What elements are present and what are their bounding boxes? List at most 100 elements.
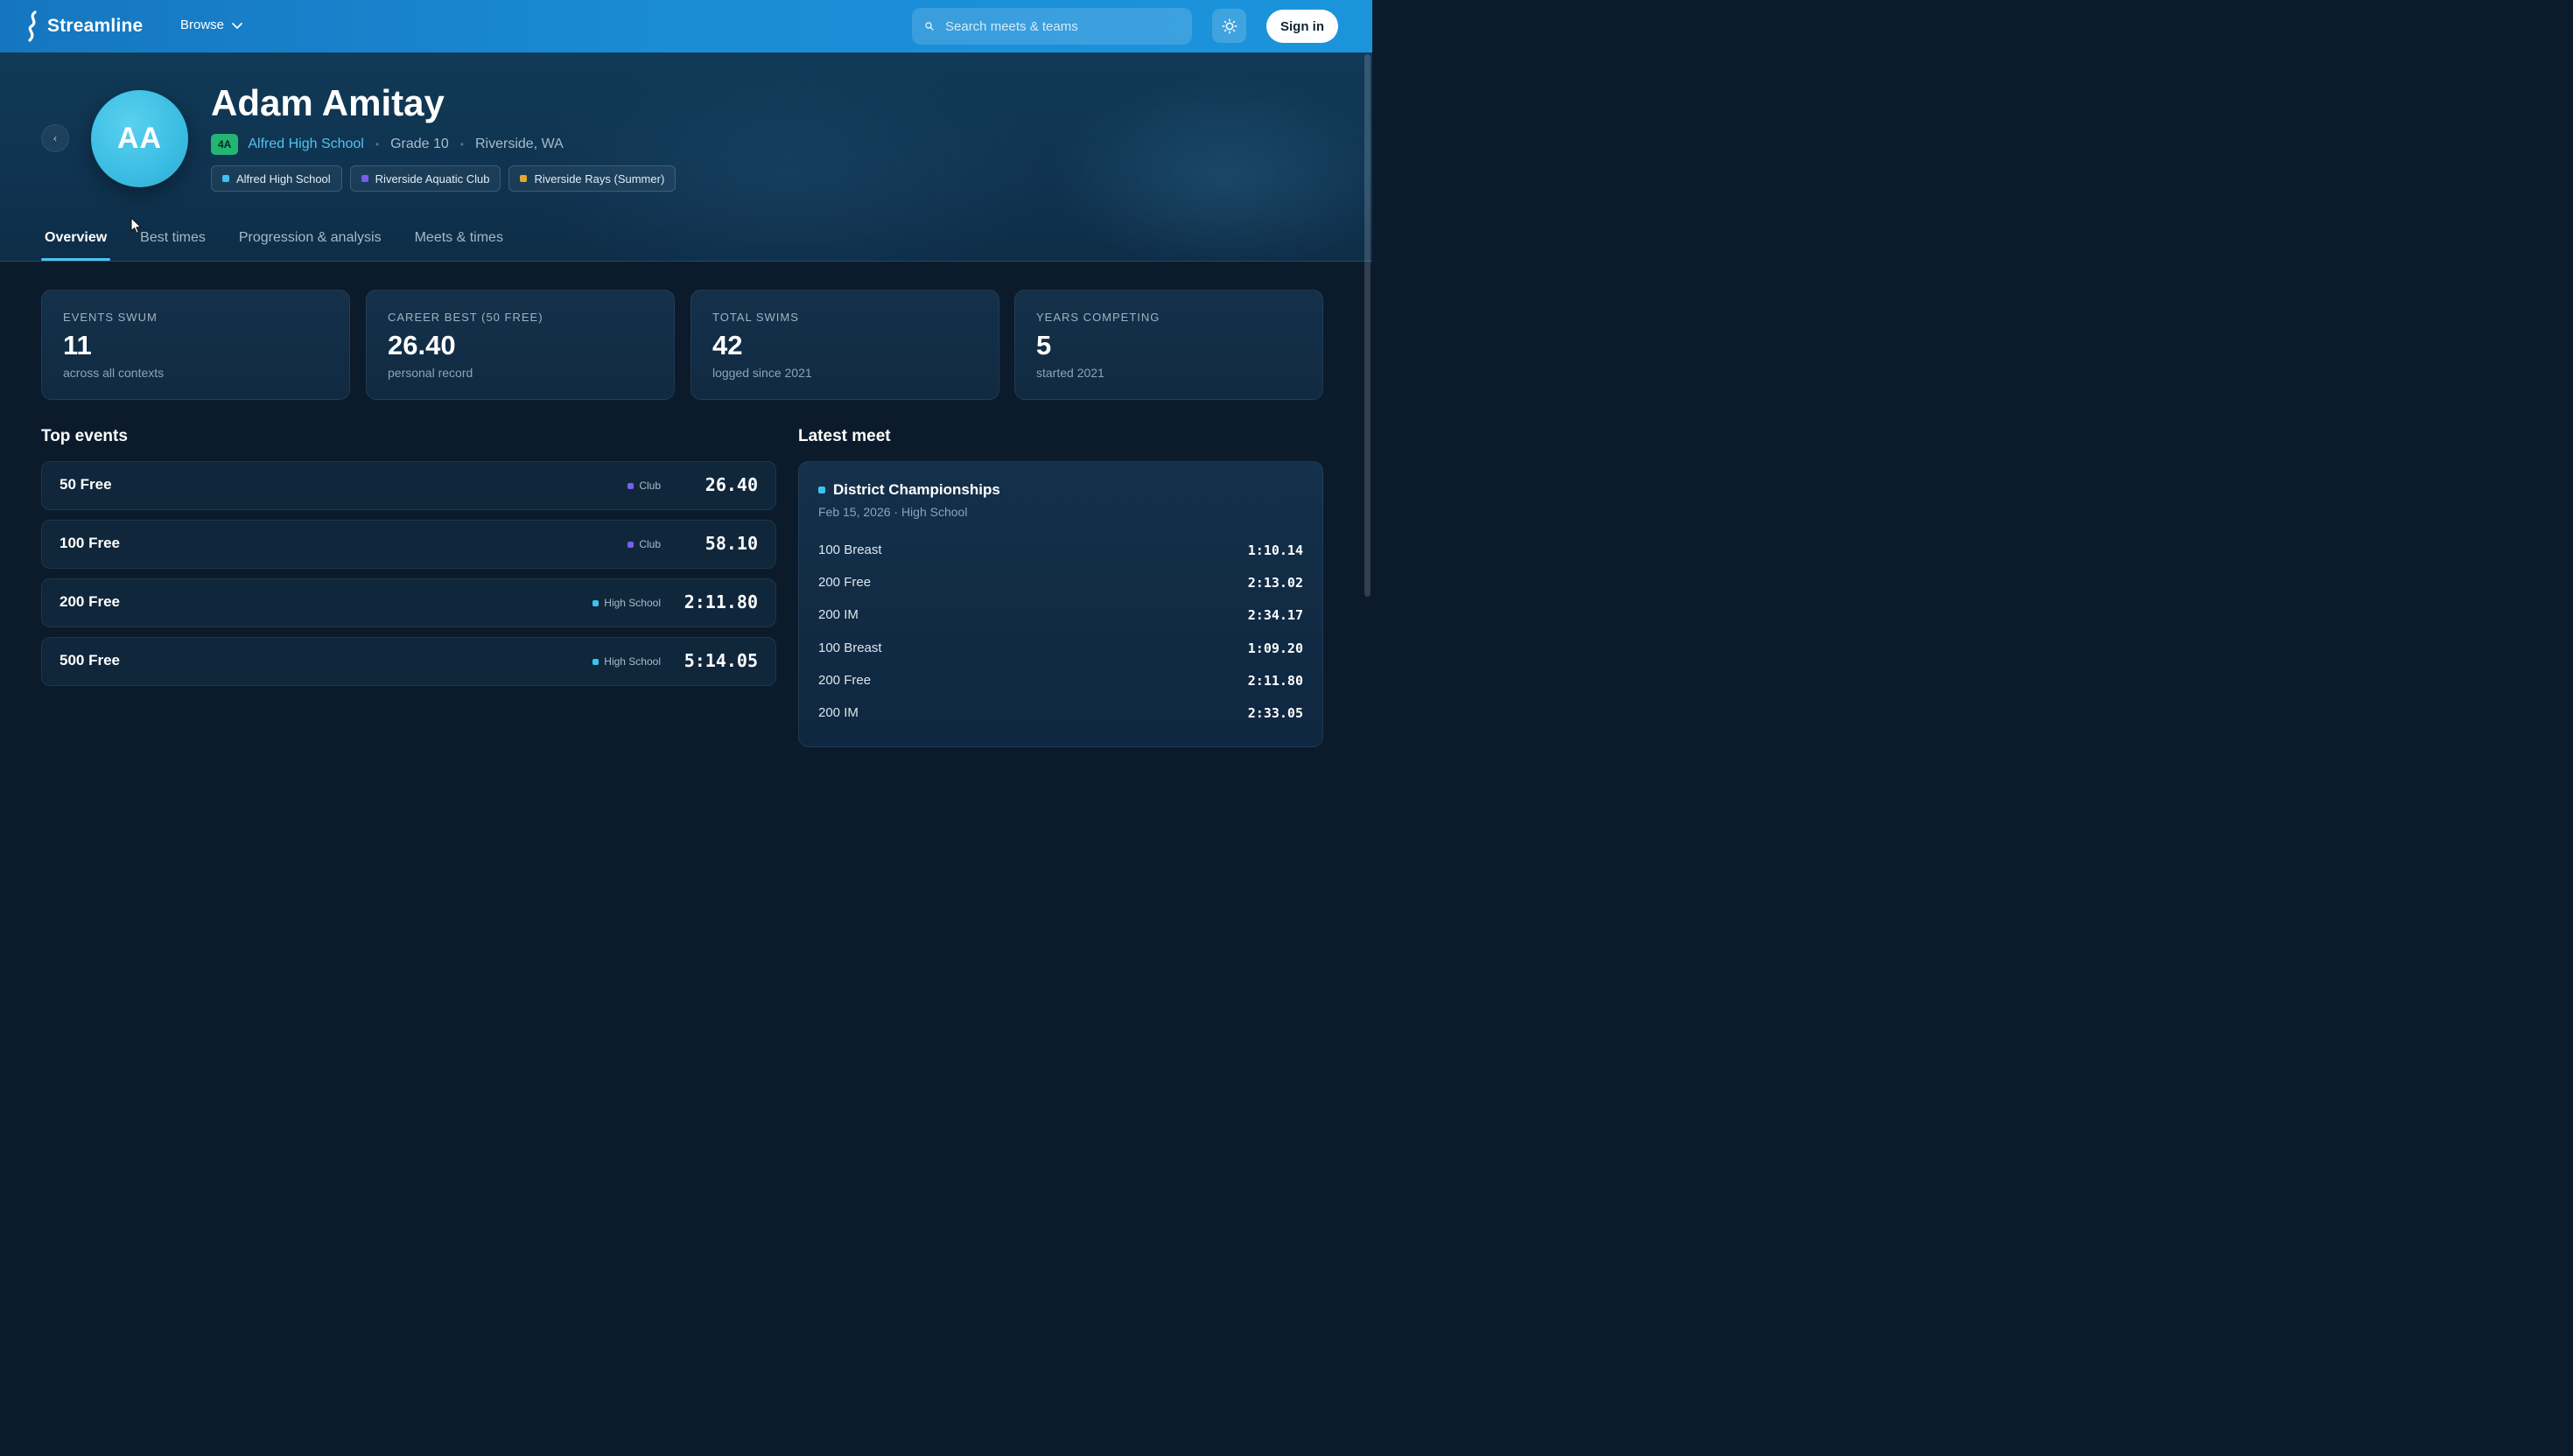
stat-value: 26.40 <box>388 330 456 360</box>
event-time: 5:14.05 <box>684 650 758 671</box>
context-color-swatch <box>627 541 634 548</box>
team-chip[interactable]: Alfred High School <box>211 165 342 192</box>
theme-toggle-button[interactable] <box>1212 9 1246 43</box>
sign-in-button[interactable]: Sign in <box>1266 10 1338 43</box>
context-color-swatch <box>627 482 634 489</box>
stat-label: Total swims <box>712 311 799 324</box>
event-time: 2:11.80 <box>684 592 758 612</box>
stat-card-events-swum: Events swum 11 across all contexts <box>41 290 350 400</box>
stat-label: Events swum <box>63 311 158 324</box>
separator-dot: • <box>459 138 464 150</box>
tab-overview[interactable]: Overview <box>41 220 111 261</box>
team-color-swatch <box>222 175 229 182</box>
meet-result-event: 200 Free <box>818 673 872 688</box>
context-label: High School <box>604 655 661 668</box>
team-color-swatch <box>520 175 528 182</box>
stat-card-years-competing: Years competing 5 started 2021 <box>1014 290 1323 400</box>
event-row[interactable]: 200 Free High School 2:11.80 <box>41 578 776 627</box>
browse-menu-button[interactable]: Browse <box>180 18 243 32</box>
tab-meets-times[interactable]: Meets & times <box>411 220 507 261</box>
swimmer-name: Adam Amitay <box>211 82 445 123</box>
event-time: 58.10 <box>705 533 758 554</box>
stat-sub: logged since 2021 <box>712 366 812 380</box>
event-name: 50 Free <box>60 476 112 493</box>
meet-date-context: Feb 15, 2026 · High School <box>818 505 968 519</box>
search-box[interactable] <box>912 8 1192 45</box>
top-events-heading: Top events <box>41 427 128 445</box>
profile-tabs: Overview Best times Progression & analys… <box>41 220 533 261</box>
team-chip-label: Riverside Rays (Summer) <box>534 172 665 186</box>
context-label: Club <box>639 538 661 550</box>
event-time: 26.40 <box>705 474 758 495</box>
stat-label: Career best (50 free) <box>388 311 543 324</box>
browse-label: Browse <box>180 18 225 32</box>
stat-sub: personal record <box>388 366 473 380</box>
back-button[interactable]: ‹ <box>41 124 69 152</box>
context-label: Club <box>639 480 661 492</box>
meet-result-event: 200 Free <box>818 575 872 590</box>
latest-meet-card[interactable]: District Championships Feb 15, 2026 · Hi… <box>798 461 1323 747</box>
event-row[interactable]: 500 Free High School 5:14.05 <box>41 637 776 686</box>
page-scrollbar[interactable] <box>1364 54 1371 597</box>
meet-result-time: 1:09.20 <box>1247 640 1303 656</box>
meet-result-time: 1:10.14 <box>1247 542 1303 558</box>
event-name: 100 Free <box>60 535 120 551</box>
meet-result-time: 2:13.02 <box>1247 575 1303 591</box>
stat-value: 11 <box>63 330 92 360</box>
event-context: High School <box>592 597 661 609</box>
avatar: AA <box>91 90 188 187</box>
event-row[interactable]: 50 Free Club 26.40 <box>41 461 776 510</box>
meet-result-row: 100 Breast 1:10.14 <box>818 542 1303 564</box>
app-logo[interactable]: Streamline <box>25 10 143 42</box>
team-chip-label: Alfred High School <box>236 172 331 186</box>
stat-card-career-best: Career best (50 free) 26.40 personal rec… <box>366 290 675 400</box>
wave-logo-icon <box>28 10 37 42</box>
search-input[interactable] <box>943 18 1174 35</box>
school-link[interactable]: Alfred High School <box>248 136 364 152</box>
profile-header: ‹ AA Adam Amitay 4A Alfred High School •… <box>0 52 1372 262</box>
stat-value: 5 <box>1036 330 1052 360</box>
meet-result-row: 100 Breast 1:09.20 <box>818 640 1303 662</box>
context-label: High School <box>604 597 661 609</box>
team-chip[interactable]: Riverside Rays (Summer) <box>508 165 677 192</box>
meet-color-swatch <box>818 486 825 494</box>
classification-badge: 4A <box>211 134 239 155</box>
event-context: High School <box>592 655 661 668</box>
meet-result-event: 100 Breast <box>818 640 882 655</box>
meet-result-row: 200 Free 2:11.80 <box>818 673 1303 694</box>
meet-result-row: 200 Free 2:13.02 <box>818 575 1303 596</box>
search-icon <box>925 22 934 31</box>
stat-value: 42 <box>712 330 743 360</box>
meet-result-event: 200 IM <box>818 705 859 720</box>
team-chip-label: Riverside Aquatic Club <box>375 172 490 186</box>
top-bar: Streamline Browse Sign in <box>0 0 1372 53</box>
meet-result-time: 2:11.80 <box>1247 673 1303 689</box>
sun-icon <box>1221 18 1237 34</box>
profile-meta: 4A Alfred High School • Grade 10 • River… <box>211 133 564 156</box>
tab-best-times[interactable]: Best times <box>137 220 209 261</box>
team-chip[interactable]: Riverside Aquatic Club <box>349 165 501 192</box>
stat-card-total-swims: Total swims 42 logged since 2021 <box>691 290 999 400</box>
event-name: 200 Free <box>60 593 120 610</box>
event-row[interactable]: 100 Free Club 58.10 <box>41 520 776 569</box>
context-color-swatch <box>592 658 599 665</box>
event-context: Club <box>627 538 661 550</box>
event-name: 500 Free <box>60 652 120 668</box>
tab-progression-analysis[interactable]: Progression & analysis <box>235 220 385 261</box>
team-chips: Alfred High School Riverside Aquatic Clu… <box>211 165 677 192</box>
chevron-left-icon: ‹ <box>53 132 57 144</box>
meet-name: District Championships <box>833 481 1000 498</box>
latest-meet-heading: Latest meet <box>798 427 891 445</box>
meet-result-event: 200 IM <box>818 607 859 622</box>
meet-result-time: 2:33.05 <box>1247 705 1303 721</box>
grade-text: Grade 10 <box>390 136 449 151</box>
meet-result-time: 2:34.17 <box>1247 607 1303 623</box>
context-color-swatch <box>592 599 599 606</box>
separator-dot: • <box>375 138 380 150</box>
meet-title: District Championships <box>818 481 1000 499</box>
location-text: Riverside, WA <box>474 136 564 151</box>
meet-result-event: 100 Breast <box>818 542 882 557</box>
app-name: Streamline <box>47 16 144 36</box>
stat-sub: started 2021 <box>1036 366 1104 380</box>
chevron-down-icon <box>232 22 242 29</box>
